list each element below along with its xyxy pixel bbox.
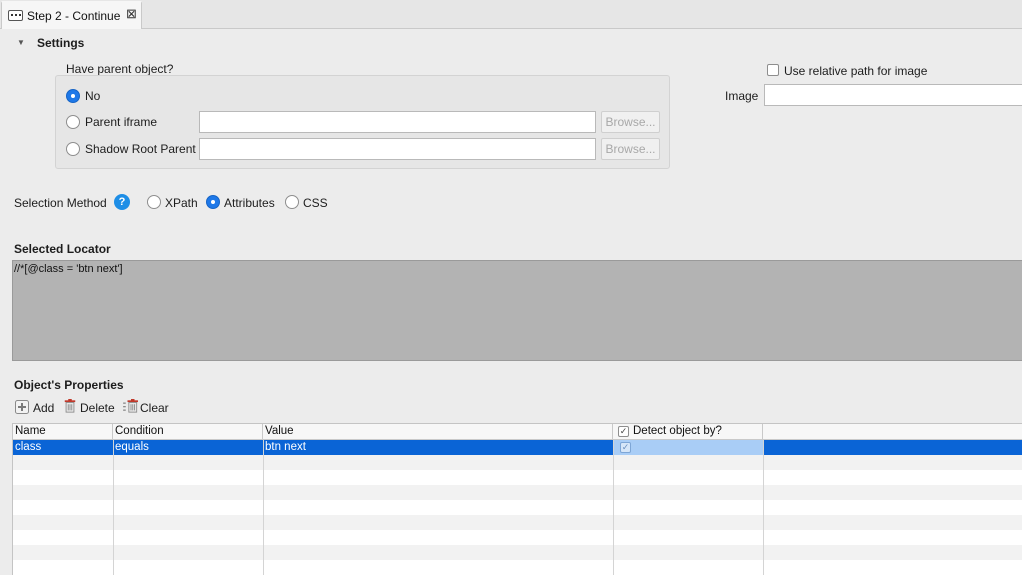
- radio-parent-iframe-label: Parent iframe: [85, 115, 158, 129]
- radio-no-label: No: [85, 89, 101, 103]
- radio-xpath-label: XPath: [165, 196, 198, 210]
- empty-row: [13, 530, 1022, 545]
- help-icon[interactable]: ?: [114, 194, 130, 210]
- column-divider: [613, 440, 614, 575]
- settings-section-title: Settings: [37, 36, 85, 50]
- radio-parent-iframe[interactable]: [66, 115, 80, 129]
- radio-shadow-root-parent-label: Shadow Root Parent: [85, 142, 196, 156]
- empty-row: [13, 545, 1022, 560]
- parent-iframe-browse-button[interactable]: Browse...: [601, 111, 660, 133]
- tab-step-2[interactable]: Step 2 - Continue ⊠: [1, 1, 142, 29]
- radio-xpath[interactable]: [147, 195, 161, 209]
- empty-row: [13, 500, 1022, 515]
- editor-tab-bar: Step 2 - Continue ⊠: [0, 0, 1022, 29]
- empty-row: [13, 515, 1022, 530]
- relative-path-label: Use relative path for image: [784, 64, 928, 78]
- detect-header-checkbox[interactable]: ✓: [618, 426, 629, 437]
- clear-label: Clear: [140, 401, 169, 415]
- column-header-detect[interactable]: ✓ Detect object by?: [613, 424, 763, 440]
- row-detect-checkbox[interactable]: ✓: [620, 442, 631, 453]
- image-label: Image: [725, 89, 759, 103]
- add-icon: [15, 400, 29, 414]
- radio-shadow-root-parent[interactable]: [66, 142, 80, 156]
- clear-button[interactable]: Clear: [121, 399, 171, 417]
- radio-css[interactable]: [285, 195, 299, 209]
- table-header: Name Condition Value ✓ Detect object by?: [13, 424, 1022, 440]
- empty-row: [13, 560, 1022, 575]
- relative-path-checkbox[interactable]: [767, 64, 779, 76]
- row-detect-cell[interactable]: [613, 440, 763, 455]
- radio-attributes-label: Attributes: [224, 196, 275, 210]
- properties-table: Name Condition Value ✓ Detect object by?…: [12, 423, 1022, 575]
- selection-method-label: Selection Method: [14, 196, 107, 210]
- selected-locator-title: Selected Locator: [14, 242, 111, 256]
- table-row[interactable]: class equals btn next ✓: [13, 440, 1022, 455]
- row-condition-cell[interactable]: equals: [113, 440, 263, 455]
- radio-no[interactable]: [66, 89, 80, 103]
- row-name-cell[interactable]: class: [13, 440, 113, 455]
- parent-object-label: Have parent object?: [66, 62, 174, 76]
- column-divider: [263, 440, 264, 575]
- delete-label: Delete: [80, 401, 115, 415]
- column-divider: [113, 440, 114, 575]
- empty-row: [13, 455, 1022, 470]
- tab-title: Step 2 - Continue: [27, 9, 121, 23]
- row-value-cell[interactable]: btn next: [263, 440, 613, 455]
- selected-locator-textarea[interactable]: //*[@class = 'btn next']: [12, 260, 1022, 361]
- collapse-chevron-icon[interactable]: ▼: [17, 38, 25, 47]
- parent-iframe-input[interactable]: [199, 111, 596, 133]
- delete-button[interactable]: Delete: [62, 399, 116, 417]
- add-label: Add: [33, 401, 55, 415]
- column-header-value[interactable]: Value: [263, 424, 613, 440]
- shadow-root-parent-input[interactable]: [199, 138, 596, 160]
- detect-header-label: Detect object by?: [633, 425, 722, 437]
- empty-row: [13, 470, 1022, 485]
- add-button[interactable]: Add: [14, 399, 56, 417]
- object-properties-title: Object's Properties: [14, 378, 124, 392]
- image-input[interactable]: [764, 84, 1022, 106]
- radio-css-label: CSS: [303, 196, 328, 210]
- empty-row: [13, 485, 1022, 500]
- column-header-name[interactable]: Name: [13, 424, 113, 440]
- close-icon[interactable]: ⊠: [126, 6, 137, 22]
- column-header-condition[interactable]: Condition: [113, 424, 263, 440]
- shadow-root-browse-button[interactable]: Browse...: [601, 138, 660, 160]
- column-divider: [763, 440, 764, 575]
- window-icon: [8, 10, 23, 21]
- radio-attributes[interactable]: [206, 195, 220, 209]
- clear-trash-icon: [123, 399, 138, 413]
- trash-icon: [64, 399, 76, 413]
